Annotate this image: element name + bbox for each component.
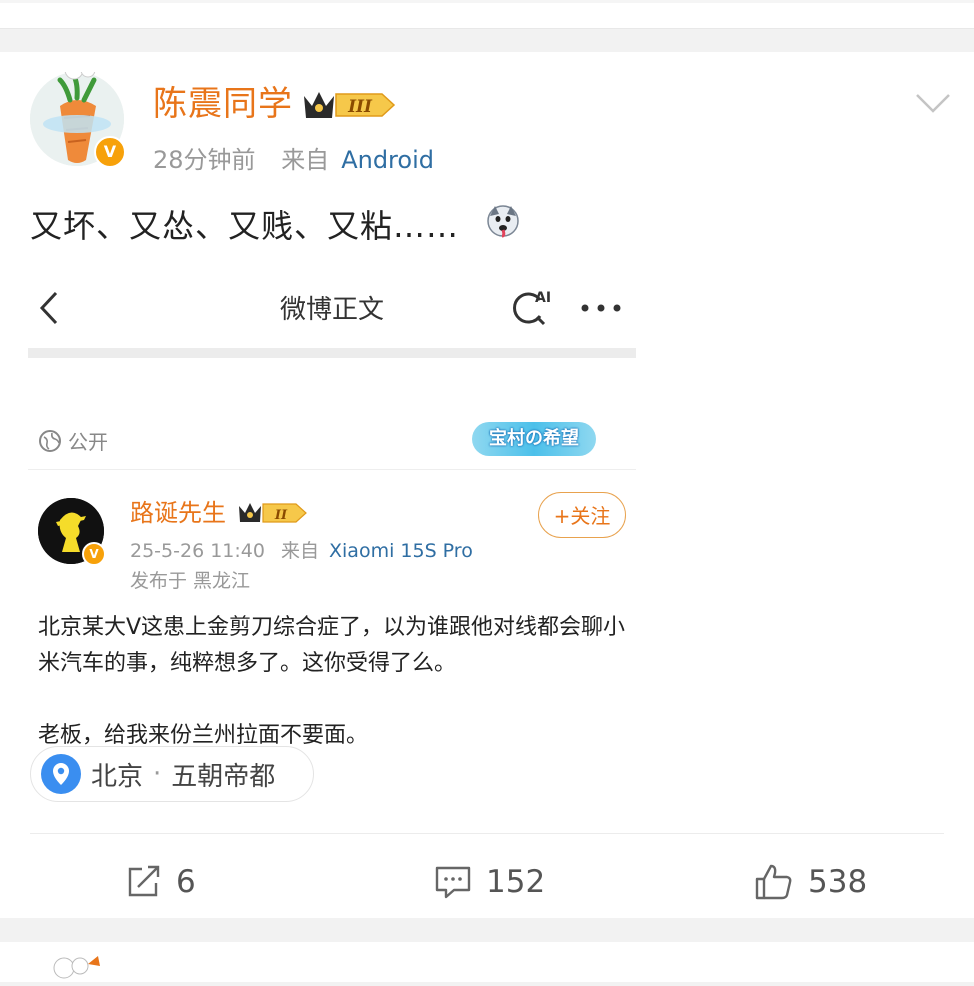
comment-icon [435,866,471,899]
comment-count: 152 [486,864,546,900]
level-badge[interactable]: III [300,88,396,126]
svg-text:III: III [347,97,373,117]
post-time: 28分钟前 [153,146,256,174]
like-count: 538 [808,864,868,900]
follow-button: +关注 [538,492,626,538]
next-post-card [0,942,974,982]
village-badge: 宝村の希望 [472,422,596,456]
location-separator: · [153,759,162,789]
verified-icon: V [94,136,126,168]
comment-button[interactable]: 152 [434,860,545,904]
husky-emoji-icon [486,204,520,242]
svg-text:AI: AI [535,290,551,306]
divider [28,348,636,358]
more-icon [580,298,622,317]
avatar-peek-icon [53,956,100,979]
location-pin-icon [41,754,81,794]
like-button[interactable]: 538 [754,860,867,904]
embedded-body: 北京某大V这患上金剪刀综合症了，以为谁跟他对线都会聊小米汽车的事，纯粹想多了。这… [38,610,628,754]
embedded-screenshot[interactable]: 微博正文 AI 公开 宝村の希望 V 路诞先生 II 25-5-26 11:40… [28,272,636,752]
previous-post-card [0,0,974,29]
chevron-down-icon[interactable] [915,92,951,118]
repost-button[interactable]: 6 [126,860,196,904]
post-text: 又坏、又怂、又贱、又粘…… [30,207,460,245]
level-badge: II [236,500,308,530]
repost-count: 6 [176,864,196,900]
embedded-meta: 25-5-26 11:40 来自 Xiaomi 15S Pro [130,540,473,562]
username[interactable]: 陈震同学 [153,82,293,126]
embedded-author: 路诞先生 [130,499,226,527]
ai-search-icon: AI [510,286,556,332]
avatar[interactable]: V [30,60,126,168]
location-tag[interactable]: 北京 · 五朝帝都 [30,746,314,802]
divider [28,469,636,470]
weibo-post-card: V 陈震同学 III 28分钟前 来自 Android 又坏、又怂、又贱、又粘…… [0,52,974,918]
repost-icon [128,865,160,897]
thumbs-up-icon [755,864,792,900]
divider [30,833,944,834]
embedded-location: 发布于 黑龙江 [130,570,251,592]
visibility-label: 公开 [38,426,108,455]
source-prefix: 来自 [281,146,330,174]
embedded-paragraph: 北京某大V这患上金剪刀综合症了，以为谁跟他对线都会聊小米汽车的事，纯粹想多了。这… [38,615,626,676]
location-name: 五朝帝都 [171,761,276,792]
source-link[interactable]: Android [341,146,434,174]
location-city: 北京 [91,761,144,792]
post-meta: 28分钟前 来自 Android [153,144,434,176]
svg-text:II: II [274,508,288,523]
verified-icon: V [82,542,106,566]
avatar: V [38,498,106,566]
globe-icon [39,429,61,452]
